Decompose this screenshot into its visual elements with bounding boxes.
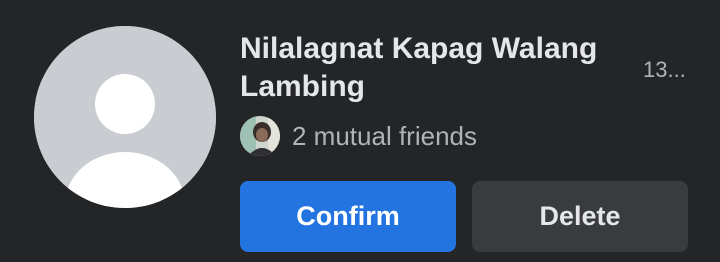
profile-avatar[interactable] xyxy=(34,26,216,208)
mutual-friend-avatar xyxy=(240,116,280,156)
friend-request-card: Nilalagnat Kapag Walang Lambing 13... 2 … xyxy=(0,0,720,262)
mutual-friends[interactable]: 2 mutual friends xyxy=(240,116,477,156)
confirm-button[interactable]: Confirm xyxy=(240,181,456,252)
delete-button[interactable]: Delete xyxy=(472,181,688,252)
mutual-friend-photo-icon xyxy=(240,116,280,156)
mutual-friends-label: 2 mutual friends xyxy=(292,121,477,151)
requester-name[interactable]: Nilalagnat Kapag Walang Lambing xyxy=(240,30,625,106)
default-profile-silhouette-icon xyxy=(34,26,216,208)
request-time: 13... xyxy=(643,57,686,82)
